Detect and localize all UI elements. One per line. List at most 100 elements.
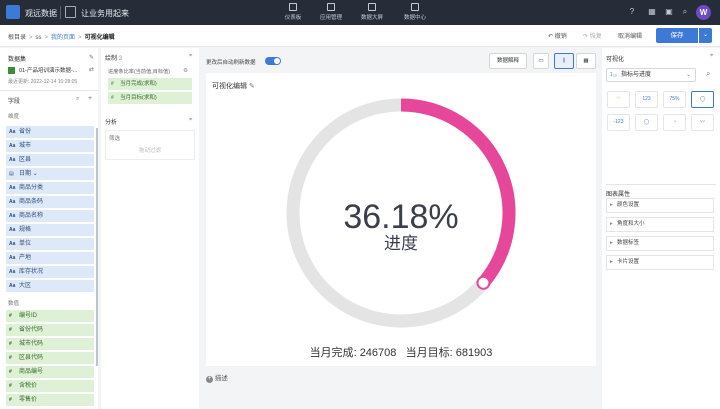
image-icon[interactable]: ▭ <box>533 53 549 69</box>
chart-type-icon: 1₂₃ <box>610 72 617 78</box>
chip-current-month-done[interactable]: # 当月完成(求和) <box>108 78 192 90</box>
pin-icon[interactable]: ⌖ <box>189 117 192 124</box>
save-button[interactable]: 保存 <box>656 28 698 43</box>
current-value: 246708 <box>359 347 397 359</box>
chart-card: 可视化编辑 ✎ 36.18% 进度 当月完成: 246708 当月目标: 681… <box>206 73 596 366</box>
cancel-edit-button[interactable]: 取消编辑 <box>618 31 642 40</box>
auto-refresh-label: 更改后自动刷新数据 <box>206 60 256 66</box>
add-field-icon[interactable]: + <box>88 95 92 102</box>
vis-option-progress-ring[interactable]: ◯ <box>691 91 714 108</box>
drawing-title: 绘制 3 <box>105 56 123 62</box>
prop-angle-size[interactable]: 角度和大小 <box>606 217 714 232</box>
table-view-icon[interactable]: ▦ <box>576 53 596 69</box>
grid-icon[interactable]: ▦ <box>647 7 657 17</box>
field-district-code[interactable]: # 区县代码 <box>6 352 94 364</box>
vis-option-ring-3[interactable]: ◔ <box>663 114 686 131</box>
field-category[interactable]: Aa 商品分类 <box>6 182 94 194</box>
measure-heading: 数值 <box>8 301 20 307</box>
vis-option-progress-bar[interactable]: 75% <box>663 91 686 108</box>
avatar[interactable]: W <box>696 5 711 20</box>
nav-app-manage[interactable]: 应用管理 <box>314 2 348 21</box>
field-spec[interactable]: Aa 规格 <box>6 224 94 236</box>
pin-icon[interactable]: ⌖ <box>710 53 713 60</box>
gear-icon[interactable]: ⚙ <box>183 68 188 74</box>
dashboard-icon <box>289 3 297 11</box>
nav-dashboard[interactable]: 仪表板 <box>276 2 310 21</box>
edit-toolbar: 根目录 > ss > 我的页面 > 可视化编辑 ↶ 撤销 ↷ 恢复 取消编辑 保存 ⌄ <box>0 25 720 47</box>
field-city[interactable]: Aa 城市 <box>6 140 94 152</box>
crumb-my-page[interactable]: 我的页面 <box>51 35 75 41</box>
nav-data-center[interactable]: 数据中心 <box>398 2 432 21</box>
describe-toggle[interactable]: + 描述 <box>206 372 228 383</box>
data-explain-button[interactable]: 数据解释 <box>489 53 527 69</box>
field-id[interactable]: # 编号ID <box>6 310 94 322</box>
field-district[interactable]: Aa 区县 <box>6 154 94 166</box>
scrollbar[interactable] <box>96 128 98 366</box>
dimension-heading: 维度 <box>8 114 20 120</box>
chip-current-month-target[interactable]: # 当月目标(求和) <box>108 92 192 104</box>
vis-option-compare[interactable]: -123 <box>607 114 630 131</box>
ring-progress-arc <box>400 98 516 287</box>
edit-icon[interactable]: ✎ <box>89 54 94 61</box>
progress-label: 进度 <box>384 234 418 253</box>
book-icon <box>65 6 76 18</box>
field-stock-status[interactable]: Aa 库存状况 <box>6 266 94 278</box>
progress-summary: 当月完成: 246708 当月目标: 681903 <box>309 347 493 359</box>
vis-title: 可视化 <box>606 57 625 63</box>
chevron-down-icon: ⌄ <box>685 72 691 78</box>
ring-icon: ◯ <box>643 119 650 125</box>
dataset-name[interactable]: 01-产品培训演示数据-... <box>19 66 77 74</box>
data-screen-icon <box>368 3 376 11</box>
help-icon[interactable]: ? <box>627 7 637 17</box>
redo-button[interactable]: ↷ 恢复 <box>583 31 602 40</box>
sparkline-icon: 〰 <box>699 119 705 125</box>
field-city-code[interactable]: # 城市代码 <box>6 338 94 350</box>
props-title: 图表属性 <box>606 192 631 198</box>
nav-data-screen[interactable]: 数据大屏 <box>355 2 389 21</box>
vis-option-gauge[interactable]: ◠ <box>607 91 630 108</box>
prop-color-settings[interactable]: 颜色设置 <box>606 198 714 213</box>
search-icon[interactable]: ⌕ <box>76 96 79 103</box>
field-product-code[interactable]: # 商品编号 <box>6 366 94 378</box>
crumb-ss[interactable]: ss <box>36 35 42 41</box>
field-unit[interactable]: Aa 单位 <box>6 238 94 250</box>
field-product-name[interactable]: Aa 商品名称 <box>6 210 94 222</box>
crumb-root[interactable]: 根目录 <box>8 35 26 41</box>
app-manage-icon <box>327 3 335 11</box>
prop-data-labels[interactable]: 数据标签 <box>606 236 714 251</box>
field-province[interactable]: Aa 省份 <box>6 126 94 138</box>
filter-placeholder: 拖动过滤 <box>139 148 162 154</box>
search-icon[interactable]: ⌕ <box>706 69 710 79</box>
undo-button[interactable]: ↶ 撤销 <box>548 31 567 40</box>
chart-view-icon[interactable]: ⫼ <box>554 53 574 69</box>
user-center-icon[interactable]: ▣ <box>664 7 674 17</box>
top-bar: 观远数据 让业务用起来 仪表板 应用管理 数据大屏 数据中心 ? ▦ ▣ ⌕ W <box>0 0 720 25</box>
field-tax-price[interactable]: # 含税价 <box>6 380 94 392</box>
dataset-updated: 最近更新: 2022-12-14 10:28:05 <box>8 79 78 85</box>
chart-type-select[interactable]: 1₂₃ 指标与进度 ⌄ <box>606 68 696 82</box>
prop-card-settings[interactable]: 卡片设置 <box>606 255 714 270</box>
plus-icon: + <box>206 376 213 383</box>
auto-refresh-toggle[interactable] <box>265 57 281 65</box>
analysis-title: 分析 <box>105 120 118 126</box>
field-region[interactable]: Aa 大区 <box>6 280 94 292</box>
field-retail-price[interactable]: # 零售价 <box>6 394 94 406</box>
fields-title: 字段 <box>8 99 21 105</box>
vis-option-number[interactable]: 123 <box>635 91 658 108</box>
search-icon[interactable]: ⌕ <box>680 7 690 17</box>
field-province-code[interactable]: # 省份代码 <box>6 324 94 336</box>
field-date[interactable]: ▤ 日期 ⌄ <box>6 168 94 180</box>
percent-value: 36.18% <box>343 198 458 236</box>
chevron-down-icon[interactable]: ⌄ <box>699 28 712 43</box>
filter-label: 筛选 <box>109 136 121 142</box>
switch-icon[interactable]: ⇄ <box>89 66 94 73</box>
vis-option-ring-2[interactable]: ◯ <box>635 114 658 131</box>
target-label: 当月目标 <box>405 347 450 359</box>
field-origin[interactable]: Aa 产地 <box>6 252 94 264</box>
ring-icon: ◯ <box>699 96 706 102</box>
vis-option-sparkline[interactable]: 〰 <box>691 114 714 131</box>
current-label: 当月完成 <box>309 347 354 359</box>
ring-end-knob <box>476 275 491 290</box>
pin-icon[interactable]: ⌖ <box>189 53 192 60</box>
field-barcode[interactable]: Aa 商品条码 <box>6 196 94 208</box>
